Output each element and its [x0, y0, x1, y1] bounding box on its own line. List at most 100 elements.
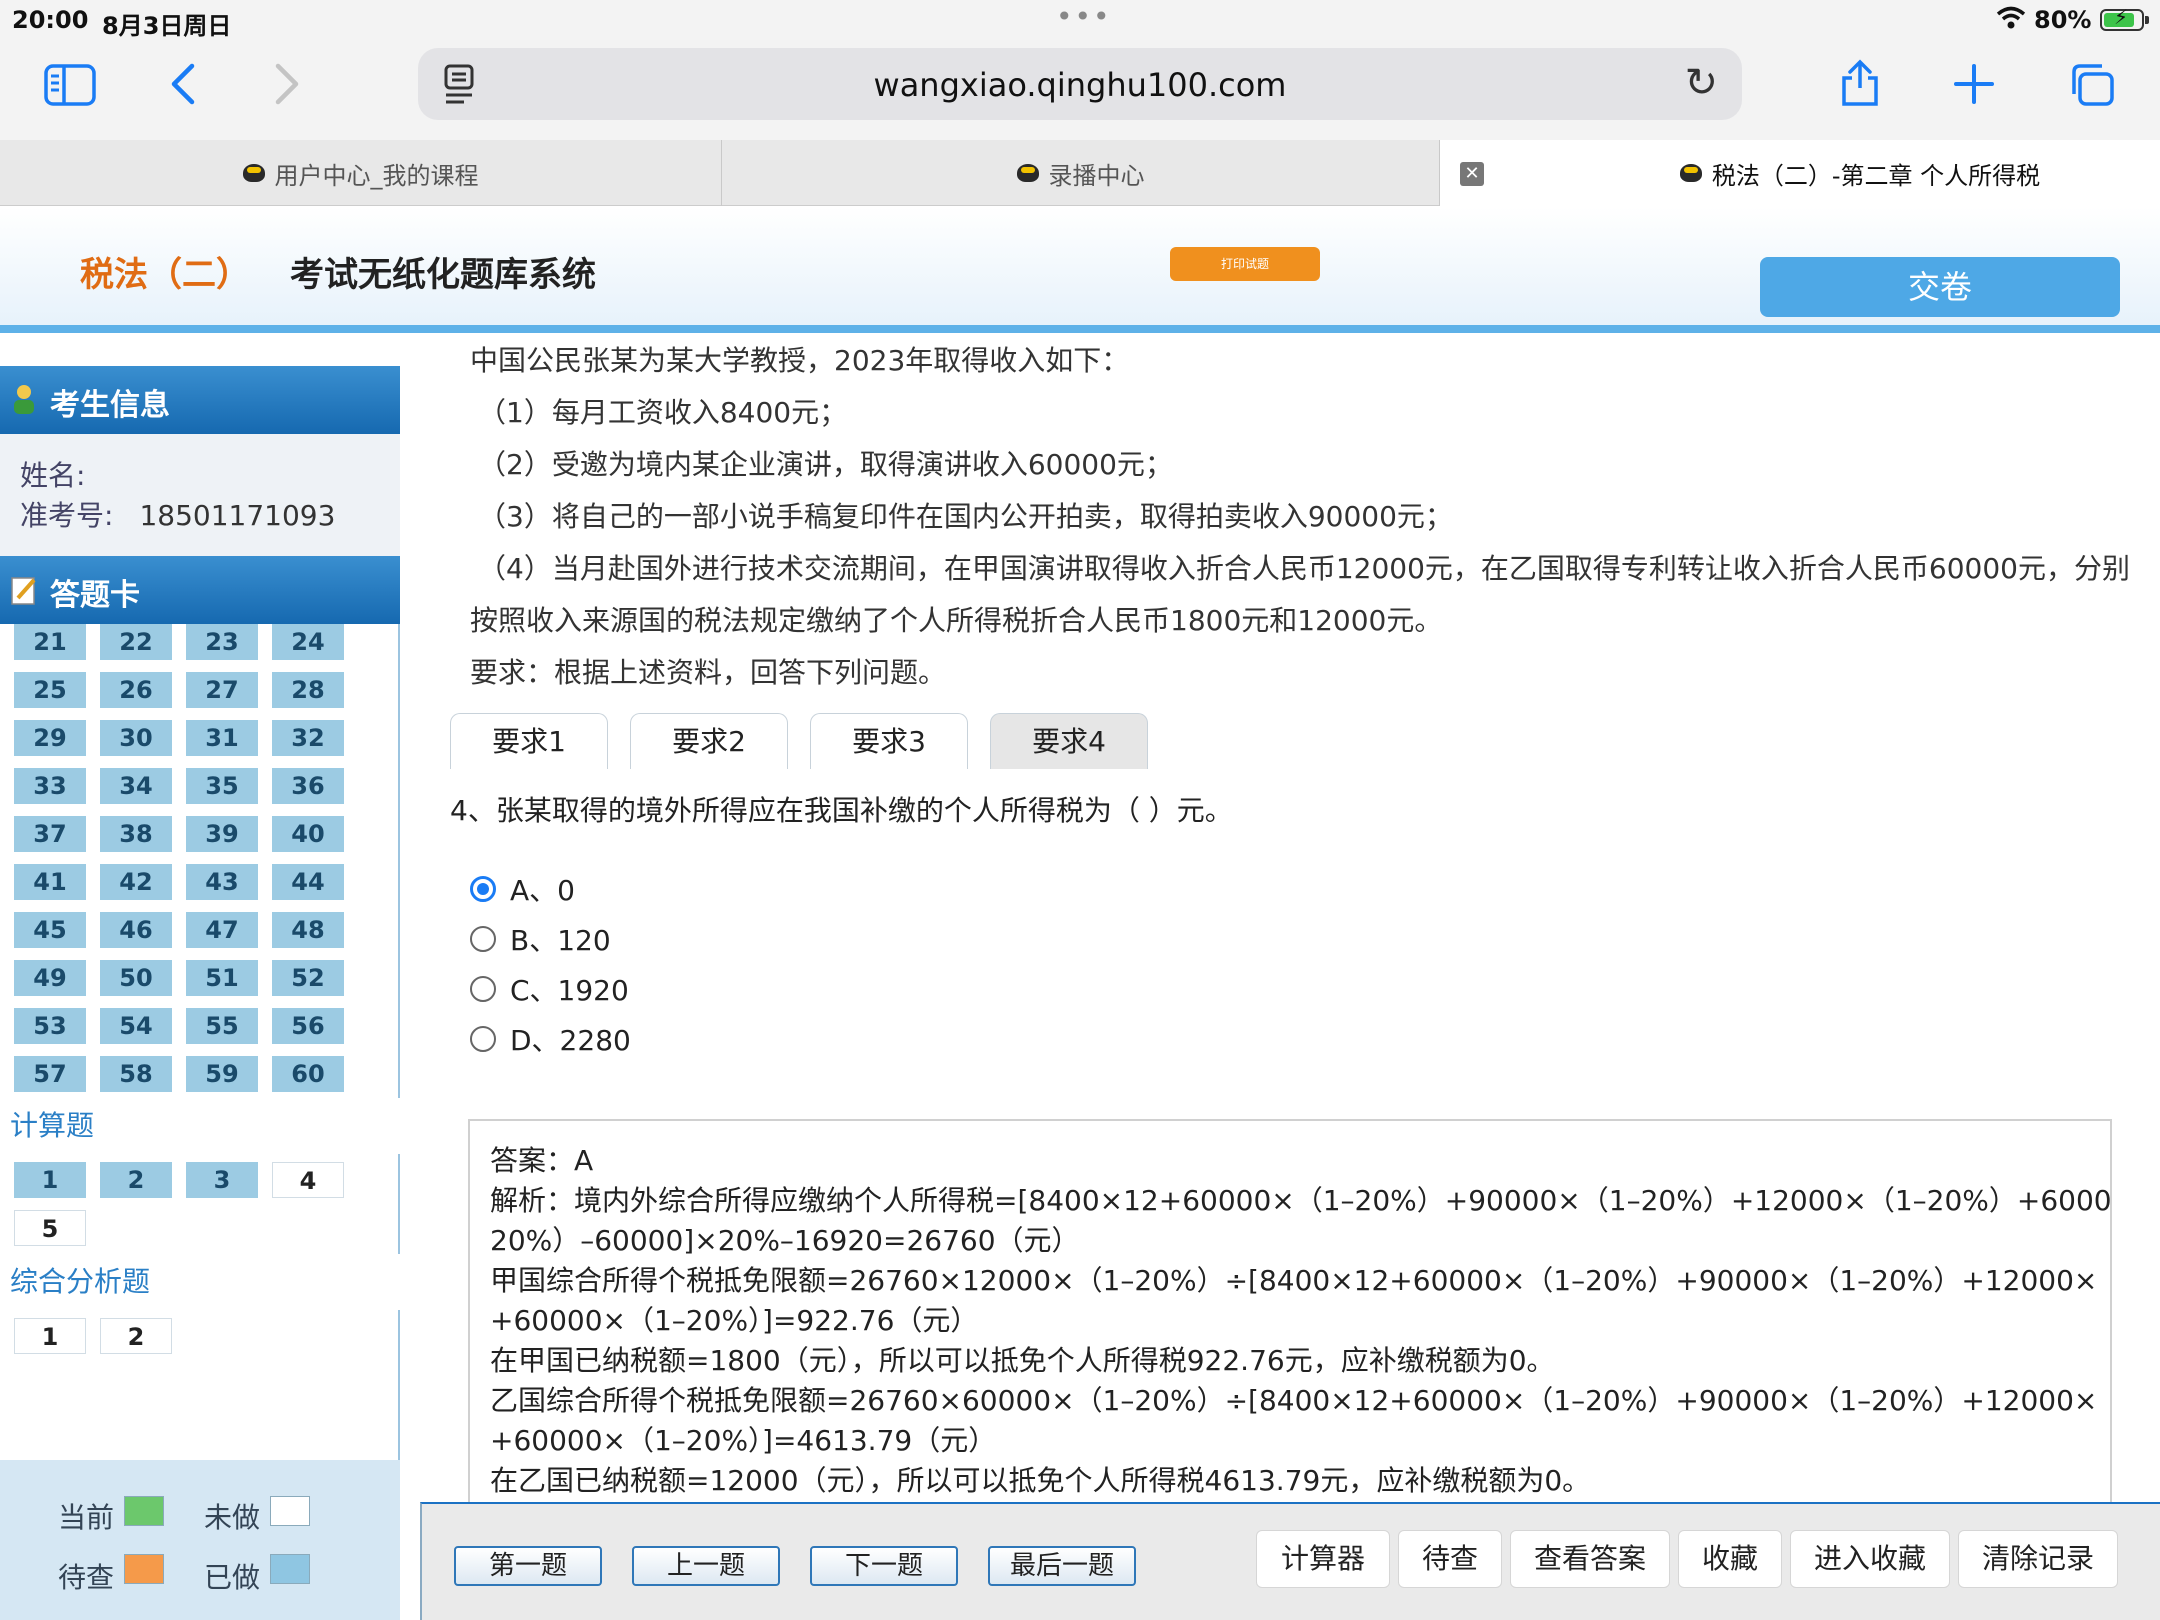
question-cell[interactable]: 59: [186, 1056, 258, 1092]
tab-user-center[interactable]: 用户中心_我的课程: [0, 140, 722, 206]
question-cell[interactable]: 44: [272, 864, 344, 900]
legend-review-swatch: [124, 1554, 164, 1584]
favorite-button[interactable]: 收藏: [1678, 1530, 1782, 1588]
question-cell[interactable]: 34: [100, 768, 172, 804]
question-cell[interactable]: 60: [272, 1056, 344, 1092]
url-text[interactable]: wangxiao.qinghu100.com: [418, 66, 1742, 104]
question-cell[interactable]: 42: [100, 864, 172, 900]
next-question-button[interactable]: 下一题: [810, 1546, 958, 1586]
tab-recording-center[interactable]: 录播中心: [722, 140, 1440, 206]
left-panel: 考生信息 姓名: 准考号: 18501171093 答题卡 21 22 23 24 25 2…: [0, 366, 400, 1620]
question-cell[interactable]: 48: [272, 912, 344, 948]
question-cell[interactable]: 26: [100, 672, 172, 708]
mark-review-button[interactable]: 待查: [1398, 1530, 1502, 1588]
calc-question-cell[interactable]: 5: [14, 1210, 86, 1246]
radio-icon[interactable]: [470, 976, 496, 1002]
legend-undone-label: 未做: [204, 1501, 261, 1534]
question-cell[interactable]: 32: [272, 720, 344, 756]
tab-requirement-2[interactable]: 要求2: [630, 713, 788, 769]
option-d[interactable]: D、2280: [470, 1019, 631, 1059]
option-label: C、1920: [510, 974, 629, 1007]
address-bar[interactable]: wangxiao.qinghu100.com ↻: [418, 48, 1742, 120]
question-cell[interactable]: 53: [14, 1008, 86, 1044]
question-cell[interactable]: 38: [100, 816, 172, 852]
question-cell[interactable]: 39: [186, 816, 258, 852]
close-icon[interactable]: ✕: [1460, 162, 1484, 186]
question-cell[interactable]: 24: [272, 624, 344, 660]
student-info-title: 考生信息: [50, 388, 170, 423]
question-cell[interactable]: 57: [14, 1056, 86, 1092]
print-button[interactable]: 打印试题: [1170, 247, 1320, 281]
question-cell[interactable]: 22: [100, 624, 172, 660]
question-cell[interactable]: 54: [100, 1008, 172, 1044]
tab-requirement-1[interactable]: 要求1: [450, 713, 608, 769]
question-cell[interactable]: 40: [272, 816, 344, 852]
new-tab-icon[interactable]: [1954, 64, 1994, 104]
student-info-header: 考生信息: [0, 366, 400, 434]
answer-line: 乙国综合所得个税抵免限额=26760×60000×（1–20%）÷[8400×1…: [490, 1384, 2112, 1417]
question-cell[interactable]: 37: [14, 816, 86, 852]
prev-question-button[interactable]: 上一题: [632, 1546, 780, 1586]
tab-tax-chapter[interactable]: 税法（二）-第二章 个人所得税: [1440, 140, 2160, 206]
status-date: 8月3日周日: [102, 12, 232, 40]
tab-requirement-3[interactable]: 要求3: [810, 713, 968, 769]
question-cell[interactable]: 51: [186, 960, 258, 996]
question-cell[interactable]: 28: [272, 672, 344, 708]
reload-icon[interactable]: ↻: [1684, 60, 1718, 106]
option-a[interactable]: A、0: [470, 869, 575, 909]
multitask-dots-icon[interactable]: •••: [1056, 0, 1112, 33]
calc-question-cell[interactable]: 1: [14, 1162, 86, 1198]
submit-exam-button[interactable]: 交卷: [1760, 257, 2120, 317]
calc-question-cell[interactable]: 2: [100, 1162, 172, 1198]
question-cell[interactable]: 50: [100, 960, 172, 996]
question-cell[interactable]: 47: [186, 912, 258, 948]
radio-icon[interactable]: [470, 1026, 496, 1052]
analysis-question-cell[interactable]: 1: [14, 1318, 86, 1354]
question-cell[interactable]: 29: [14, 720, 86, 756]
question-cell[interactable]: 43: [186, 864, 258, 900]
question-cell[interactable]: 30: [100, 720, 172, 756]
tab-label: 用户中心_我的课程: [274, 161, 479, 190]
question-cell[interactable]: 56: [272, 1008, 344, 1044]
option-b[interactable]: B、120: [470, 919, 611, 959]
option-label: A、0: [510, 874, 575, 907]
sidebar-toggle-icon[interactable]: [44, 64, 96, 106]
option-c[interactable]: C、1920: [470, 969, 629, 1009]
calc-question-cell[interactable]: 3: [186, 1162, 258, 1198]
tab-requirement-4[interactable]: 要求4: [990, 713, 1148, 769]
analysis-question-cell[interactable]: 2: [100, 1318, 172, 1354]
last-question-button[interactable]: 最后一题: [988, 1546, 1136, 1586]
question-cell[interactable]: 55: [186, 1008, 258, 1044]
question-cell[interactable]: 31: [186, 720, 258, 756]
back-icon[interactable]: [168, 62, 198, 106]
question-cell[interactable]: 41: [14, 864, 86, 900]
question-text: 4、张某取得的境外所得应在我国补缴的个人所得税为（ ）元。: [450, 794, 1233, 827]
question-cell[interactable]: 35: [186, 768, 258, 804]
tab-overview-icon[interactable]: [2068, 62, 2116, 108]
clear-records-button[interactable]: 清除记录: [1958, 1530, 2118, 1588]
user-icon: [14, 385, 34, 414]
question-cell[interactable]: 52: [272, 960, 344, 996]
answer-line: 解析：境内外综合所得应缴纳个人所得税=[8400×12+60000×（1–20%…: [490, 1184, 2112, 1217]
share-icon[interactable]: [1838, 56, 1882, 108]
question-cell[interactable]: 36: [272, 768, 344, 804]
question-cell[interactable]: 58: [100, 1056, 172, 1092]
question-cell[interactable]: 21: [14, 624, 86, 660]
question-cell[interactable]: 23: [186, 624, 258, 660]
legend-undone-swatch: [270, 1496, 310, 1526]
answer-line: +60000×（1–20%）]=922.76（元）: [490, 1304, 979, 1337]
calc-question-cell[interactable]: 4: [272, 1162, 344, 1198]
radio-checked-icon[interactable]: [470, 876, 496, 902]
forward-icon[interactable]: [272, 62, 302, 106]
first-question-button[interactable]: 第一题: [454, 1546, 602, 1586]
question-cell[interactable]: 25: [14, 672, 86, 708]
question-cell[interactable]: 27: [186, 672, 258, 708]
question-cell[interactable]: 45: [14, 912, 86, 948]
radio-icon[interactable]: [470, 926, 496, 952]
enter-favorites-button[interactable]: 进入收藏: [1790, 1530, 1950, 1588]
question-cell[interactable]: 49: [14, 960, 86, 996]
show-answer-button[interactable]: 查看答案: [1510, 1530, 1670, 1588]
calculator-button[interactable]: 计算器: [1256, 1530, 1390, 1588]
question-cell[interactable]: 46: [100, 912, 172, 948]
question-cell[interactable]: 33: [14, 768, 86, 804]
